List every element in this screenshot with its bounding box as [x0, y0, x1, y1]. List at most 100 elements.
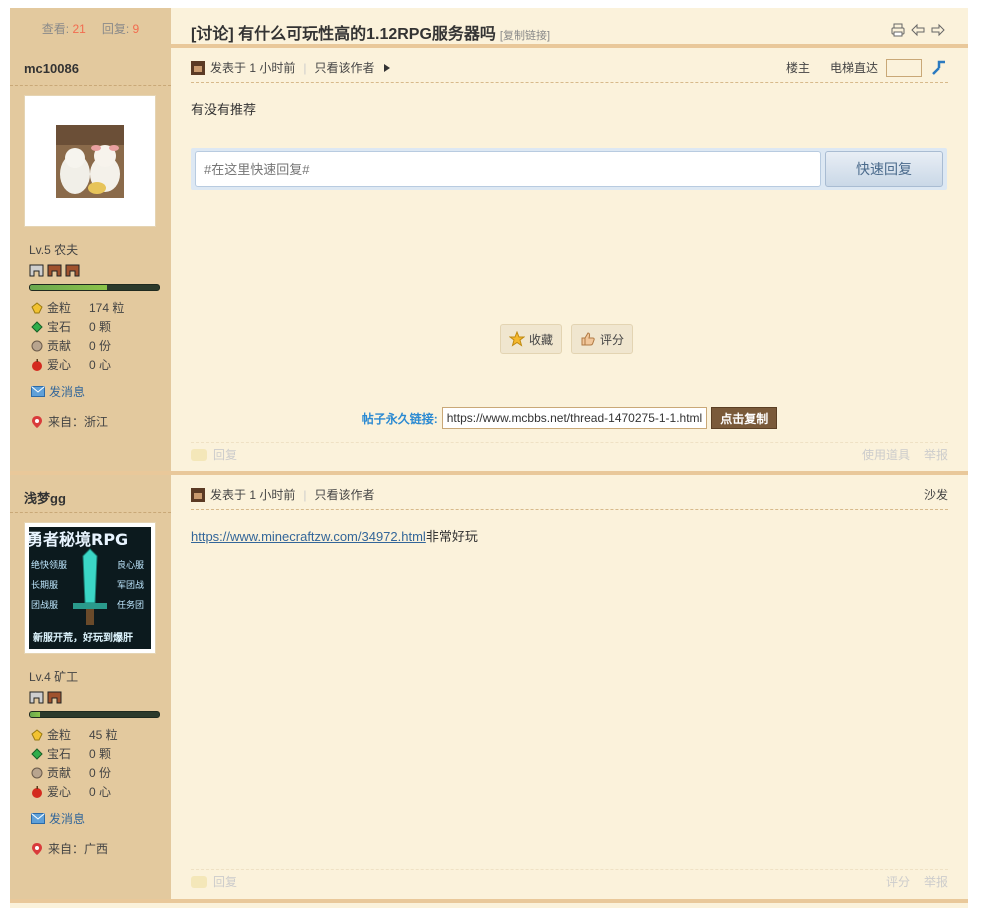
- views-stat: 查看: 21: [41, 21, 86, 36]
- apple-icon: [32, 785, 42, 798]
- use-tools-button[interactable]: 使用道具: [862, 446, 910, 463]
- next-thread-icon[interactable]: [930, 22, 946, 38]
- medal-list: [29, 263, 80, 277]
- svg-text:任务团: 任务团: [117, 599, 144, 611]
- steve-head-icon: [191, 487, 205, 502]
- experience-bar: [29, 284, 160, 291]
- user-location: 来自：广西: [31, 840, 108, 857]
- send-message-link[interactable]: 发消息: [31, 383, 85, 400]
- prev-thread-icon[interactable]: [910, 22, 926, 38]
- avatar-image: 勇者秘境RPG 绝快领服 长期服 团战服 良心服 军团战 任务团 新服开荒，好玩…: [27, 527, 151, 649]
- iron-helmet-icon[interactable]: [29, 263, 44, 277]
- location-pin-icon: [32, 842, 42, 855]
- rate-button[interactable]: 评分: [571, 324, 634, 354]
- post-time: 发表于 1 小时前: [210, 61, 296, 75]
- only-author-link[interactable]: 只看该作者: [314, 486, 374, 503]
- play-arrow-icon[interactable]: [380, 63, 394, 73]
- post-footer: 回复 使用道具 举报: [191, 442, 948, 466]
- title-divider: [171, 44, 968, 48]
- print-icon[interactable]: [890, 22, 906, 38]
- quick-reply-input[interactable]: [195, 151, 821, 187]
- location-pin-icon: [32, 415, 42, 428]
- iron-helmet-icon[interactable]: [29, 690, 44, 704]
- elevator-go-icon[interactable]: [930, 59, 948, 77]
- post-footer: 回复 评分 举报: [191, 869, 948, 893]
- author-name[interactable]: mc10086: [24, 61, 79, 76]
- user-level: Lv.4 矿工: [29, 670, 79, 684]
- quick-reply-button[interactable]: 快速回复: [825, 151, 943, 187]
- experience-fill: [30, 285, 108, 290]
- permalink-label: 帖子永久链接:: [361, 411, 438, 426]
- quick-reply-box: 快速回复: [191, 148, 947, 190]
- post-separator: [10, 899, 968, 903]
- stat-love: 爱心 0 心: [31, 782, 118, 801]
- avatar-image: [56, 125, 124, 198]
- avatar[interactable]: 勇者秘境RPG 绝快领服 长期服 团战服 良心服 军团战 任务团 新服开荒，好玩…: [24, 522, 156, 654]
- gold-nugget-icon: [31, 301, 43, 313]
- gold-nugget-icon: [31, 728, 43, 740]
- stat-contribution: 贡献 0 份: [31, 336, 124, 355]
- post-separator: [10, 471, 968, 475]
- svg-text:良心服: 良心服: [117, 559, 144, 571]
- emerald-icon: [31, 747, 43, 760]
- stat-gem: 宝石 0 颗: [31, 744, 118, 763]
- leather-helmet-icon[interactable]: [47, 263, 62, 277]
- permalink-url[interactable]: https://www.mcbbs.net/thread-1470275-1-1…: [441, 407, 708, 429]
- steve-head-icon: [191, 60, 205, 75]
- svg-text:军团战: 军团战: [117, 580, 144, 591]
- floor-label: 沙发: [923, 488, 948, 502]
- report-button[interactable]: 举报: [924, 873, 948, 890]
- svg-text:团战服: 团战服: [31, 600, 58, 611]
- leather-helmet-icon[interactable]: [65, 263, 80, 277]
- mail-icon: [31, 813, 45, 824]
- post-content: https://www.minecraftzw.com/34972.html非常…: [191, 529, 478, 544]
- copy-permalink-button[interactable]: 点击复制: [711, 407, 778, 429]
- thread-title: [讨论] 有什么可玩性高的1.12RPG服务器吗 [复制链接]: [191, 26, 551, 43]
- content-link[interactable]: https://www.minecraftzw.com/34972.html: [191, 529, 426, 544]
- sidebar-divider: [10, 512, 171, 513]
- author-name[interactable]: 浅梦gg: [24, 488, 66, 507]
- thumbs-up-icon: [581, 332, 595, 346]
- stat-contribution: 贡献 0 份: [31, 763, 118, 782]
- thread-container: 查看: 21 回复: 9 [讨论] 有什么可玩性高的1.12RPG服务器吗 [复制…: [10, 8, 968, 908]
- reply-button[interactable]: 回复: [191, 873, 237, 890]
- svg-text:勇者秘境RPG: 勇者秘境RPG: [27, 530, 128, 549]
- user-level: Lv.5 农夫: [29, 243, 79, 257]
- stat-gold: 金粒 174 粒: [31, 298, 124, 317]
- post-header: 发表于 1 小时前 | 只看该作者 楼主 电梯直达: [191, 53, 948, 83]
- contribution-icon: [31, 340, 43, 351]
- rate-button[interactable]: 评分: [886, 873, 910, 890]
- floor-label: 楼主: [785, 61, 810, 75]
- avatar[interactable]: [24, 95, 156, 227]
- stat-gem: 宝石 0 颗: [31, 317, 124, 336]
- emerald-icon: [31, 320, 43, 333]
- reply-button[interactable]: 回复: [191, 446, 237, 463]
- svg-text:长期服: 长期服: [31, 579, 58, 591]
- permalink-row: 帖子永久链接: https://www.mcbbs.net/thread-147…: [191, 407, 948, 429]
- favorite-button[interactable]: 收藏: [500, 324, 563, 354]
- only-author-link[interactable]: 只看该作者: [314, 59, 374, 76]
- contribution-icon: [31, 767, 43, 778]
- reply-icon: [191, 448, 207, 461]
- user-stats: 金粒 45 粒 宝石 0 颗 贡献 0 份 爱心 0 心: [31, 725, 118, 801]
- stat-love: 爱心 0 心: [31, 355, 124, 374]
- report-button[interactable]: 举报: [924, 446, 948, 463]
- send-message-link[interactable]: 发消息: [31, 810, 85, 827]
- experience-fill: [30, 712, 41, 717]
- stat-gold: 金粒 45 粒: [31, 725, 118, 744]
- floor-jump-input[interactable]: [886, 58, 922, 77]
- replies-stat: 回复: 9: [101, 21, 140, 36]
- user-stats: 金粒 174 粒 宝石 0 颗 贡献 0 份 爱心 0 心: [31, 298, 124, 374]
- medal-list: [29, 690, 62, 704]
- mail-icon: [31, 386, 45, 397]
- svg-text:新服开荒，好玩到爆肝: 新服开荒，好玩到爆肝: [33, 631, 133, 644]
- apple-icon: [32, 358, 42, 371]
- sidebar-divider: [10, 85, 171, 86]
- title-toolbar: [890, 22, 946, 38]
- jump-label: 电梯直达: [829, 61, 878, 75]
- experience-bar: [29, 711, 160, 718]
- copy-link-button[interactable]: [复制链接]: [500, 30, 550, 42]
- star-icon: [509, 331, 525, 347]
- post-header: 发表于 1 小时前 | 只看该作者 沙发: [191, 480, 948, 510]
- leather-helmet-icon[interactable]: [47, 690, 62, 704]
